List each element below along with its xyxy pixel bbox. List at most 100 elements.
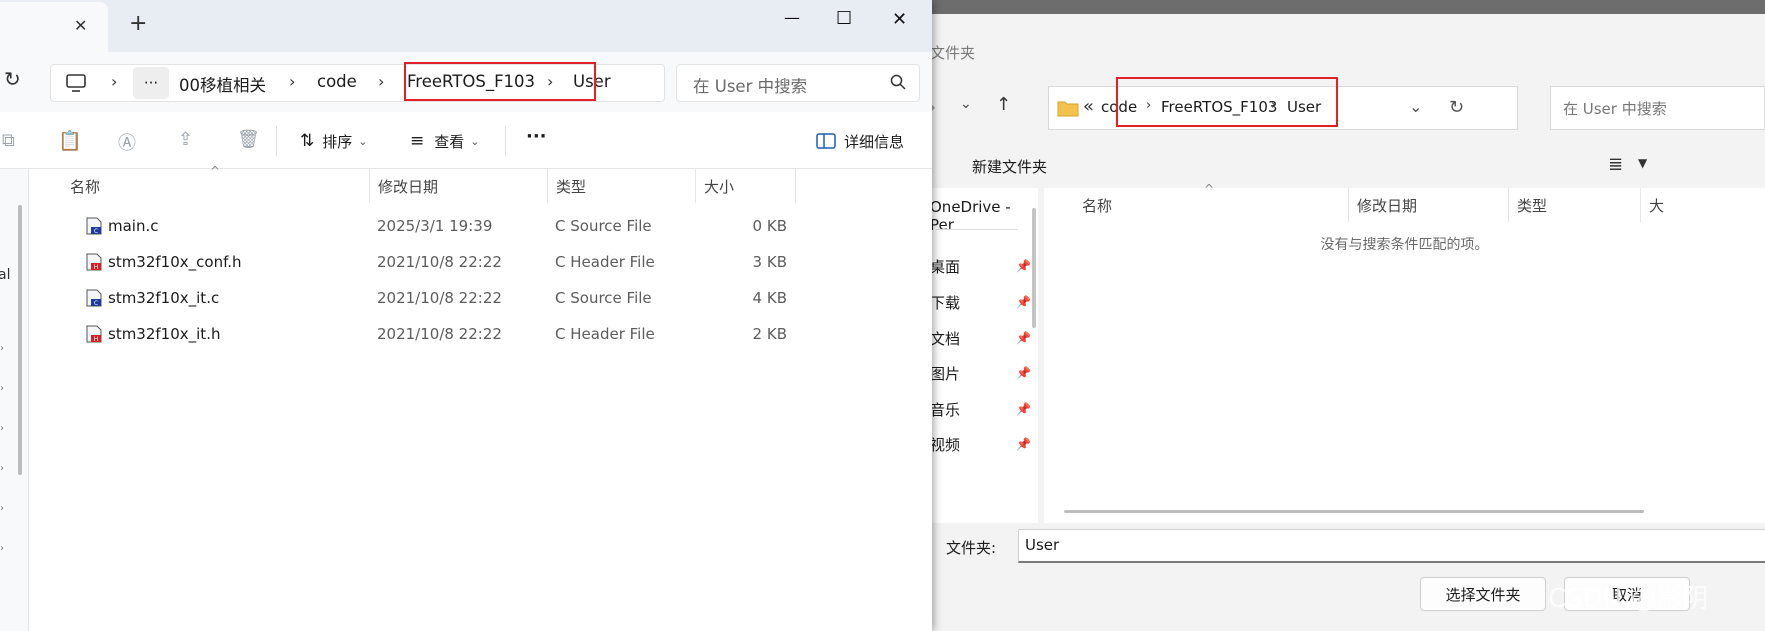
chevron-down-icon[interactable]: ▼ — [1638, 156, 1647, 170]
crumb-00[interactable]: 00移植相关 — [179, 72, 266, 96]
maximize-button[interactable]: ☐ — [836, 8, 852, 29]
nav-videos[interactable]: 视频 — [930, 434, 960, 455]
chevron-down-icon[interactable]: ⌄ — [1409, 97, 1422, 116]
nav-scrollbar[interactable] — [1032, 208, 1036, 328]
paste-icon[interactable]: 📋 — [58, 129, 82, 152]
minimize-button[interactable]: — — [784, 8, 800, 27]
expand-arrow-icon[interactable]: › — [0, 463, 4, 474]
overflow-crumb-icon[interactable]: « — [1083, 96, 1094, 117]
details-pane-icon — [816, 133, 836, 149]
file-type: C Header File — [555, 253, 655, 271]
expand-arrow-icon[interactable]: › — [0, 423, 4, 434]
column-header-size[interactable]: 大 — [1640, 188, 1700, 222]
horizontal-scrollbar[interactable] — [1064, 510, 1644, 513]
svg-text:H: H — [94, 336, 99, 343]
breadcrumb-more-button[interactable]: ··· — [133, 67, 169, 99]
folder-icon — [1057, 99, 1079, 117]
chevron-down-icon: ⌄ — [358, 134, 368, 148]
this-pc-icon[interactable] — [65, 73, 87, 93]
nav-pictures[interactable]: 图片 — [930, 363, 960, 384]
svg-text:C: C — [94, 228, 98, 235]
tab-bar: ✕ + — ☐ ✕ — [0, 0, 932, 52]
view-button[interactable]: ≡ 查看 ⌄ — [410, 127, 479, 155]
watermark: CSDN @影阴 — [1548, 584, 1709, 614]
dialog-navigation-pane: OneDrive - Per 桌面 📌 下载 📌 文档 📌 图片 📌 音乐 📌 … — [930, 188, 1038, 523]
view-options-icon[interactable]: ≣ — [1608, 154, 1623, 175]
nav-desktop[interactable]: 桌面 — [930, 256, 960, 277]
expand-arrow-icon[interactable]: › — [0, 543, 4, 554]
view-icon: ≡ — [410, 131, 425, 151]
expand-arrow-icon[interactable]: › — [0, 383, 4, 394]
nav-music[interactable]: 音乐 — [930, 399, 960, 420]
file-size: 3 KB — [752, 253, 787, 271]
more-options-button[interactable]: ··· — [526, 126, 547, 147]
refresh-icon[interactable]: ↻ — [1449, 97, 1464, 118]
column-header-date[interactable]: 修改日期 — [1348, 188, 1508, 222]
new-folder-button[interactable]: 新建文件夹 — [972, 156, 1047, 177]
delete-icon[interactable]: 🗑 — [237, 129, 260, 150]
navigation-pane: al › › › › › › — [0, 169, 29, 631]
expand-arrow-icon[interactable]: › — [0, 503, 4, 514]
dialog-search-input[interactable]: 在 User 中搜索 — [1550, 86, 1765, 130]
copy-icon[interactable]: ⧉ — [2, 130, 15, 151]
new-tab-button[interactable]: + — [129, 11, 147, 36]
sort-caret-icon: ^ — [210, 164, 221, 178]
details-pane-button[interactable]: 详细信息 — [816, 127, 904, 155]
chevron-down-icon: ⌄ — [470, 134, 480, 148]
column-header-size[interactable]: 大小 — [695, 169, 795, 203]
sort-caret-icon: ^ — [1204, 182, 1215, 196]
close-button[interactable]: ✕ — [892, 9, 907, 30]
nav-scrollbar[interactable] — [18, 205, 22, 475]
tab-user[interactable]: ✕ — [0, 2, 108, 52]
column-header-name[interactable]: 名称 — [62, 169, 400, 203]
file-date: 2025/3/1 19:39 — [377, 217, 493, 235]
column-header-date[interactable]: 修改日期 — [369, 169, 547, 203]
table-row[interactable]: H stm32f10x_it.h 2021/10/8 22:22 C Heade… — [50, 316, 820, 352]
dialog-file-list: 名称 ^ 修改日期 类型 大 没有与搜索条件匹配的项。 — [1044, 182, 1765, 523]
table-row[interactable]: C stm32f10x_it.c 2021/10/8 22:22 C Sourc… — [50, 280, 820, 316]
column-divider — [795, 169, 796, 203]
nav-downloads[interactable]: 下载 — [930, 292, 960, 313]
toolbar-divider — [276, 126, 277, 156]
dialog-command-bar: 新建文件夹 ≣ ▼ — [930, 148, 1765, 188]
table-row[interactable]: H stm32f10x_conf.h 2021/10/8 22:22 C Hea… — [50, 244, 820, 280]
refresh-icon[interactable]: ↻ — [4, 67, 21, 91]
search-input[interactable]: 在 User 中搜索 — [693, 73, 807, 97]
crumb-code[interactable]: code — [317, 72, 357, 91]
highlight-box — [404, 62, 596, 101]
empty-message: 没有与搜索条件匹配的项。 — [1320, 237, 1489, 253]
file-size: 2 KB — [752, 325, 787, 343]
up-arrow-icon[interactable]: ↑ — [996, 94, 1011, 115]
table-row[interactable]: C main.c 2025/3/1 19:39 C Source File 0 … — [50, 208, 820, 244]
command-toolbar: ⧉ 📋 Ⓐ ⇪ 🗑 ⇅ 排序 ⌄ ≡ 查看 ⌄ ··· 详细信息 — [0, 112, 932, 169]
search-icon[interactable] — [889, 73, 907, 91]
file-explorer-window: ✕ + — ☐ ✕ ↻ › ··· 00移植相关 › code › FreeRT… — [0, 0, 932, 631]
tab-close-icon[interactable]: ✕ — [74, 16, 87, 35]
chevron-right-icon: › — [111, 72, 118, 91]
sort-button[interactable]: ⇅ 排序 ⌄ — [300, 127, 367, 155]
column-header-type[interactable]: 类型 — [547, 169, 695, 203]
search-box[interactable]: 在 User 中搜索 — [676, 64, 920, 102]
pin-icon: 📌 — [1016, 331, 1031, 345]
select-folder-button[interactable]: 选择文件夹 — [1420, 577, 1546, 611]
folder-name-input[interactable]: User — [1018, 529, 1765, 563]
nav-documents[interactable]: 文档 — [930, 328, 960, 349]
nav-item-partial[interactable]: al — [0, 267, 10, 283]
folder-picker-dialog: 文件夹 → ⌄ ↑ « code › FreeRTOS_F103 › User … — [930, 14, 1765, 631]
c-source-file-icon: C — [86, 280, 102, 316]
file-date: 2021/10/8 22:22 — [377, 325, 502, 343]
file-date: 2021/10/8 22:22 — [377, 289, 502, 307]
column-header-type[interactable]: 类型 — [1508, 188, 1640, 222]
folder-field-label: 文件夹: — [946, 539, 997, 557]
recent-dropdown-icon[interactable]: ⌄ — [960, 96, 972, 112]
chevron-right-icon: › — [378, 72, 385, 91]
sort-icon: ⇅ — [300, 131, 315, 151]
expand-arrow-icon[interactable]: › — [0, 343, 4, 354]
rename-icon[interactable]: Ⓐ — [118, 129, 136, 155]
svg-text:C: C — [94, 300, 98, 307]
pin-icon: 📌 — [1016, 402, 1031, 416]
file-size: 0 KB — [752, 217, 787, 235]
file-size: 4 KB — [752, 289, 787, 307]
c-source-file-icon: C — [86, 208, 102, 244]
share-icon[interactable]: ⇪ — [178, 129, 193, 150]
